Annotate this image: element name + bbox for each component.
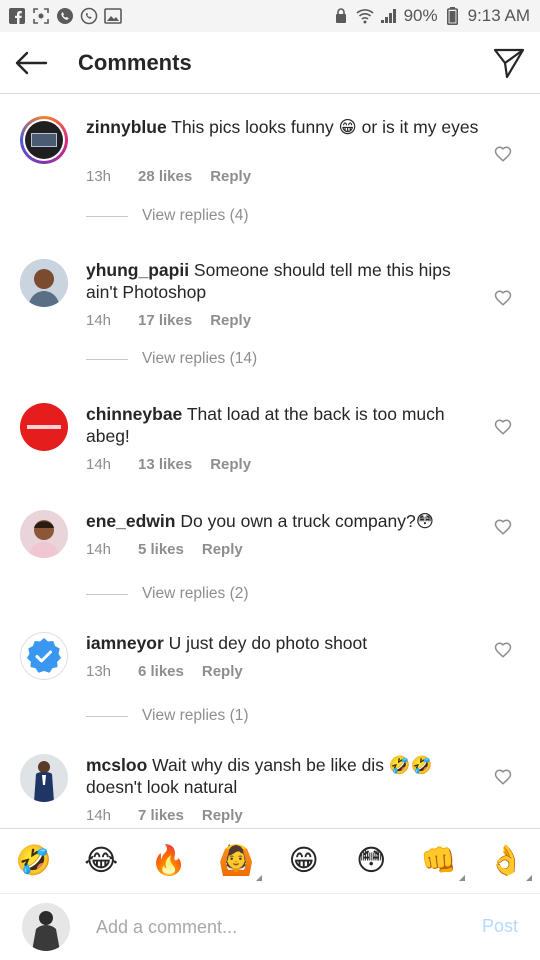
comments-list[interactable]: zinnyblue This pics looks funny 😁 or is …: [0, 95, 540, 828]
comment-meta: 13h 28 likes Reply: [86, 168, 251, 185]
avatar[interactable]: [20, 632, 68, 680]
emoji-person-button[interactable]: 🙆: [216, 841, 263, 881]
reply-button[interactable]: Reply: [210, 312, 251, 329]
avatar[interactable]: [20, 510, 68, 558]
compose-bar: Post: [0, 894, 540, 960]
notification-icons: [8, 7, 122, 25]
current-user-avatar: [22, 903, 70, 951]
divider: [86, 358, 128, 360]
gallery-icon: [104, 7, 122, 25]
signal-icon: [380, 7, 398, 25]
comment-username[interactable]: chinneybae: [86, 404, 182, 424]
divider: [86, 715, 128, 717]
view-replies-button[interactable]: View replies (1): [86, 707, 249, 725]
comment-time: 14h: [86, 541, 112, 558]
comment-username[interactable]: ene_edwin: [86, 511, 175, 531]
like-heart-icon[interactable]: [494, 289, 512, 307]
comment-meta: 14h 7 likes Reply: [86, 807, 243, 824]
clock: 9:13 AM: [467, 6, 530, 25]
reply-button[interactable]: Reply: [202, 541, 243, 558]
comment-time: 13h: [86, 663, 112, 680]
back-button[interactable]: [0, 32, 62, 94]
share-button[interactable]: [492, 46, 526, 80]
reply-button[interactable]: Reply: [210, 456, 251, 473]
like-heart-icon[interactable]: [494, 145, 512, 163]
wifi-icon: [356, 7, 374, 25]
comment-text: mcsloo Wait why dis yansh be like dis 🤣🤣…: [86, 755, 433, 797]
whatsapp-outline-icon: [80, 7, 98, 25]
comment-likes[interactable]: 28 likes: [138, 168, 192, 185]
comment-meta: 14h 13 likes Reply: [86, 456, 251, 473]
comment-meta: 14h 5 likes Reply: [86, 541, 243, 558]
comment-likes[interactable]: 6 likes: [138, 663, 184, 680]
comment-input[interactable]: [96, 912, 446, 942]
avatar[interactable]: [20, 754, 68, 802]
page-title: Comments: [78, 49, 192, 75]
emoji-joy-button[interactable]: 😂: [81, 841, 121, 881]
like-heart-icon[interactable]: [494, 418, 512, 436]
facebook-icon: [8, 7, 26, 25]
view-replies-button[interactable]: View replies (4): [86, 207, 249, 225]
comment-text: ene_edwin Do you own a truck company?😳: [86, 511, 434, 531]
comment-text: chinneybae That load at the back is too …: [86, 404, 445, 446]
emoji-flushed-button[interactable]: 😳: [351, 841, 391, 881]
reply-button[interactable]: Reply: [202, 663, 243, 680]
comment-meta: 13h 6 likes Reply: [86, 663, 243, 680]
reply-button[interactable]: Reply: [210, 168, 251, 185]
battery-percent: 90%: [403, 6, 438, 25]
comment-username[interactable]: yhung_papii: [86, 260, 189, 280]
vibrate-lock-icon: [332, 7, 350, 25]
comment-likes[interactable]: 7 likes: [138, 807, 184, 824]
skin-tone-indicator: [256, 875, 263, 881]
comment-time: 14h: [86, 456, 112, 473]
battery-icon: [444, 7, 462, 25]
emoji-ok-hand-button[interactable]: 👌: [486, 841, 533, 881]
status-bar: 90% 9:13 AM: [0, 0, 540, 32]
comment-meta: 14h 17 likes Reply: [86, 312, 251, 329]
whatsapp-icon: [56, 7, 74, 25]
like-heart-icon[interactable]: [494, 768, 512, 786]
comment-text: iamneyor U just dey do photo shoot: [86, 633, 368, 653]
reply-button[interactable]: Reply: [202, 807, 243, 824]
view-replies-button[interactable]: View replies (14): [86, 350, 257, 368]
avatar[interactable]: [20, 259, 68, 307]
comment-text: yhung_papii Someone should tell me this …: [86, 260, 451, 302]
view-replies-button[interactable]: View replies (2): [86, 585, 249, 603]
skin-tone-indicator: [526, 875, 533, 881]
divider: [86, 593, 128, 595]
comment-username[interactable]: mcsloo: [86, 755, 147, 775]
emoji-quick-bar: 🤣 😂 🔥 🙆 😁 😳 👊 👌: [0, 828, 540, 894]
paper-plane-icon: [493, 48, 525, 79]
comment-time: 14h: [86, 807, 112, 824]
comment-text: zinnyblue This pics looks funny 😁 or is …: [86, 117, 479, 137]
comment-likes[interactable]: 13 likes: [138, 456, 192, 473]
emoji-grin-button[interactable]: 😁: [284, 841, 324, 881]
system-status: 90% 9:13 AM: [332, 6, 530, 26]
avatar[interactable]: [20, 403, 68, 451]
avatar[interactable]: [20, 116, 68, 164]
comment-likes[interactable]: 17 likes: [138, 312, 192, 329]
skin-tone-indicator: [458, 875, 465, 881]
like-heart-icon[interactable]: [494, 518, 512, 536]
verified-badge-icon: [27, 638, 61, 673]
comment-likes[interactable]: 5 likes: [138, 541, 184, 558]
back-arrow-icon: [15, 51, 48, 74]
emoji-fist-button[interactable]: 👊: [419, 841, 465, 881]
header: Comments: [0, 32, 540, 94]
like-heart-icon[interactable]: [494, 641, 512, 659]
screenshot-icon: [32, 7, 50, 25]
emoji-rofl-button[interactable]: 🤣: [14, 841, 54, 881]
comment-time: 13h: [86, 168, 112, 185]
post-button[interactable]: Post: [482, 916, 518, 937]
divider: [86, 215, 128, 217]
comment-username[interactable]: zinnyblue: [86, 117, 167, 137]
comment-time: 14h: [86, 312, 112, 329]
emoji-fire-button[interactable]: 🔥: [149, 841, 189, 881]
comment-username[interactable]: iamneyor: [86, 633, 164, 653]
